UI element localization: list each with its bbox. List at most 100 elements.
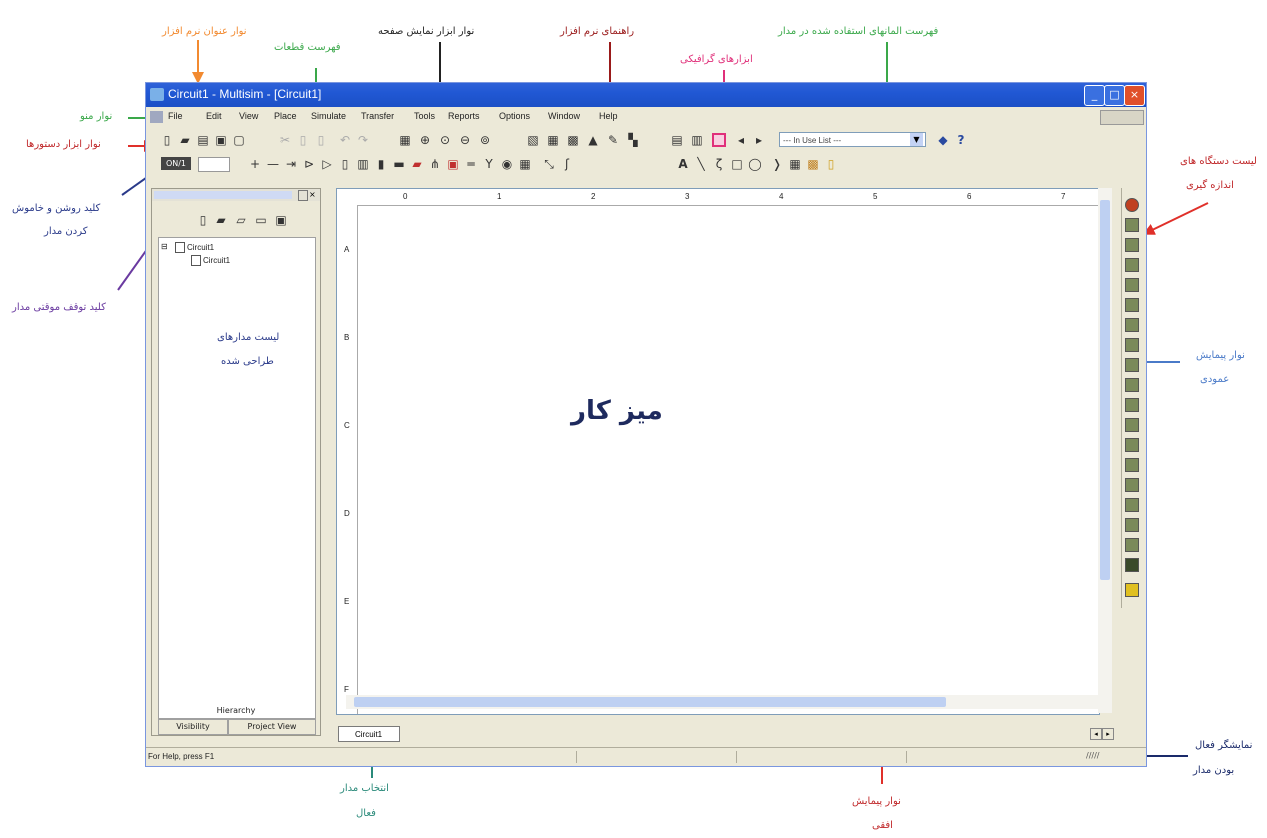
iv-analyzer-icon[interactable]: [1125, 398, 1139, 412]
postprocessor-icon[interactable]: ▲: [586, 133, 600, 147]
bus-icon[interactable]: ▦: [518, 157, 532, 171]
new-design-icon[interactable]: ▯: [196, 213, 210, 227]
polyline-icon[interactable]: ζ: [712, 157, 726, 171]
word-generator-icon[interactable]: [1125, 338, 1139, 352]
save-design-icon[interactable]: ▱: [234, 213, 248, 227]
forward-annotate-icon[interactable]: ◂: [734, 133, 748, 147]
picture-icon[interactable]: ▩: [806, 157, 820, 171]
power-switch[interactable]: ON/1: [161, 157, 191, 170]
menu-help[interactable]: Help: [599, 111, 618, 121]
zoom-in-icon[interactable]: ⊕: [418, 133, 432, 147]
print-icon[interactable]: ▣: [214, 133, 228, 147]
vertical-scrollbar[interactable]: [1098, 188, 1112, 713]
tab-visibility[interactable]: Visibility: [158, 719, 228, 735]
graphic-highlight-icon[interactable]: [712, 133, 726, 147]
component-wizard-icon[interactable]: ◆: [936, 133, 950, 147]
menu-window[interactable]: Window: [548, 111, 580, 121]
help-icon[interactable]: ?: [954, 133, 968, 147]
text-icon[interactable]: A: [676, 157, 690, 171]
minimize-button[interactable]: _: [1084, 85, 1105, 106]
diode-icon[interactable]: ⇥: [284, 157, 298, 171]
toolbox-header[interactable]: ×: [152, 189, 320, 201]
toolbox-close-icon[interactable]: ×: [309, 190, 316, 199]
title-bar[interactable]: Circuit1 - Multisim - [Circuit1] _ □ ×: [146, 83, 1146, 107]
tree-child-label[interactable]: Circuit1: [203, 256, 230, 265]
save-icon[interactable]: ▤: [196, 133, 210, 147]
tab-nav-left-icon[interactable]: ◂: [1090, 728, 1102, 740]
line-icon[interactable]: ╲: [694, 157, 708, 171]
menu-view[interactable]: View: [239, 111, 258, 121]
back-annotate-icon[interactable]: ▸: [752, 133, 766, 147]
menu-tools[interactable]: Tools: [414, 111, 435, 121]
logic-converter-icon[interactable]: [1125, 378, 1139, 392]
transistor-icon[interactable]: ⊳: [302, 157, 316, 171]
spreadsheet-icon[interactable]: ▦: [546, 133, 560, 147]
comment-icon[interactable]: ▯: [824, 157, 838, 171]
maximize-button[interactable]: □: [1104, 85, 1125, 106]
bode-plotter-icon[interactable]: [1125, 298, 1139, 312]
antenna-icon[interactable]: Y: [482, 157, 496, 171]
chevron-down-icon[interactable]: ▼: [910, 133, 923, 146]
new-icon[interactable]: ▯: [160, 133, 174, 147]
tab-nav-right-icon[interactable]: ▸: [1102, 728, 1114, 740]
logic-analyzer-icon[interactable]: [1125, 358, 1139, 372]
rectangle-icon[interactable]: □: [730, 157, 744, 171]
redo-icon[interactable]: ↷: [356, 133, 370, 147]
bom-icon[interactable]: ▤: [670, 133, 684, 147]
grid-icon[interactable]: ▦: [788, 157, 802, 171]
ultiboard-icon[interactable]: ▥: [690, 133, 704, 147]
spectrum-analyzer-icon[interactable]: [1125, 438, 1139, 452]
tab-project-view[interactable]: Project View: [228, 719, 316, 735]
tektronix-scope-icon[interactable]: [1125, 538, 1139, 552]
paste-icon[interactable]: ▯: [314, 133, 328, 147]
menu-simulate[interactable]: Simulate: [311, 111, 346, 121]
menu-place[interactable]: Place: [274, 111, 297, 121]
zoom-area-icon[interactable]: ⊙: [438, 133, 452, 147]
tree-expand-icon[interactable]: ⊟: [161, 242, 168, 251]
print-design-icon[interactable]: ▣: [274, 213, 288, 227]
horizontal-scroll-thumb[interactable]: [354, 697, 946, 707]
graph-icon[interactable]: ▚: [626, 133, 640, 147]
open-icon[interactable]: ▰: [178, 133, 192, 147]
agilent-multimeter-icon[interactable]: [1125, 498, 1139, 512]
cmos-icon[interactable]: ▥: [356, 157, 370, 171]
close-button[interactable]: ×: [1124, 85, 1145, 106]
undo-icon[interactable]: ↶: [338, 133, 352, 147]
four-channel-scope-icon[interactable]: [1125, 278, 1139, 292]
indicator-icon[interactable]: ▰: [410, 157, 424, 171]
function-generator-icon[interactable]: [1125, 218, 1139, 232]
copy-icon[interactable]: ▯: [296, 133, 310, 147]
menu-options[interactable]: Options: [499, 111, 530, 121]
misc-icon[interactable]: ⋔: [428, 157, 442, 171]
database-icon[interactable]: ▩: [566, 133, 580, 147]
horizontal-scrollbar[interactable]: [346, 695, 1098, 709]
analog-icon[interactable]: ▷: [320, 157, 334, 171]
menu-edit[interactable]: Edit: [206, 111, 222, 121]
multimeter-icon[interactable]: [1125, 198, 1139, 212]
zoom-out-icon[interactable]: ⊖: [458, 133, 472, 147]
edit-icon[interactable]: ✎: [606, 133, 620, 147]
junction-icon[interactable]: ʃ: [560, 157, 574, 171]
vertical-scroll-thumb[interactable]: [1100, 200, 1110, 580]
menu-reports[interactable]: Reports: [448, 111, 480, 121]
toolbox-icon[interactable]: ▧: [526, 133, 540, 147]
labview-icon[interactable]: [1125, 583, 1139, 597]
frequency-counter-icon[interactable]: [1125, 318, 1139, 332]
agilent-generator-icon[interactable]: [1125, 478, 1139, 492]
tab-hierarchy[interactable]: Hierarchy: [152, 705, 320, 717]
source-icon[interactable]: +: [248, 157, 262, 171]
zoom-fit-icon[interactable]: ⊚: [478, 133, 492, 147]
menu-file[interactable]: File: [168, 111, 183, 121]
arc-icon[interactable]: ❭: [770, 157, 784, 171]
cut-icon[interactable]: ✂: [278, 133, 292, 147]
tree-root-label[interactable]: Circuit1: [187, 243, 214, 252]
ttl-icon[interactable]: ▯: [338, 157, 352, 171]
circuit-tab[interactable]: Circuit1: [338, 726, 400, 742]
print-preview-icon[interactable]: ▢: [232, 133, 246, 147]
oscilloscope-icon[interactable]: [1125, 258, 1139, 272]
network-analyzer-icon[interactable]: [1125, 458, 1139, 472]
misc-digital-icon[interactable]: ▮: [374, 157, 388, 171]
electromech-icon[interactable]: ═: [464, 157, 478, 171]
open-design-icon[interactable]: ▰: [214, 213, 228, 227]
basic-icon[interactable]: —: [266, 157, 280, 171]
